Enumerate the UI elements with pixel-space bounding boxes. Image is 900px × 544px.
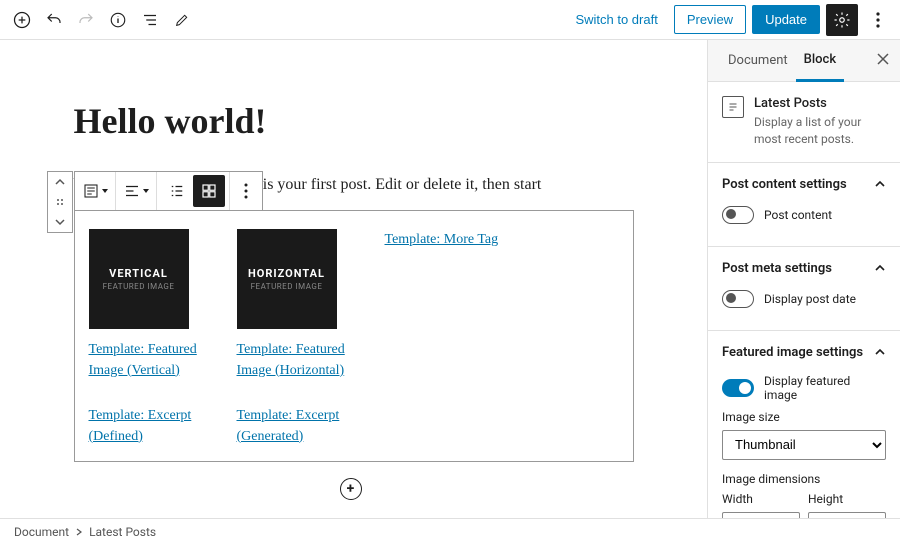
image-dimensions-label: Image dimensions: [722, 472, 886, 486]
redo-button[interactable]: [72, 6, 100, 34]
block-type-button[interactable]: [79, 175, 111, 207]
align-button[interactable]: [120, 175, 152, 207]
post-item: Template: Excerpt (Defined): [89, 405, 209, 447]
edit-button[interactable]: [168, 6, 196, 34]
panel-post-content[interactable]: Post content settings: [708, 163, 900, 206]
outline-button[interactable]: [136, 6, 164, 34]
width-label: Width: [722, 492, 800, 506]
toggle-post-content[interactable]: [722, 206, 754, 224]
info-button[interactable]: [104, 6, 132, 34]
post-link[interactable]: Template: More Tag: [385, 232, 499, 247]
list-view-button[interactable]: [161, 175, 193, 207]
block-title: Latest Posts: [754, 96, 886, 111]
toggle-label: Display featured image: [764, 374, 886, 402]
height-label: Height: [808, 492, 886, 506]
toggle-label: Display post date: [764, 292, 856, 306]
grid-view-button[interactable]: [193, 175, 225, 207]
post-title[interactable]: Hello world!: [74, 100, 634, 142]
settings-button[interactable]: [826, 4, 858, 36]
settings-sidebar: Document Block Latest Posts Display a li…: [707, 40, 900, 518]
move-down-button[interactable]: [48, 212, 72, 232]
panel-featured-image[interactable]: Featured image settings: [708, 331, 900, 374]
latest-posts-icon: [722, 96, 744, 118]
latest-posts-block[interactable]: VERTICAL FEATURED IMAGE Template: Featur…: [74, 210, 634, 462]
post-link[interactable]: Template: Featured Image (Horizontal): [237, 342, 345, 378]
chevron-up-icon: [874, 178, 886, 190]
featured-thumb: HORIZONTAL FEATURED IMAGE: [237, 229, 337, 329]
chevron-up-icon: [874, 346, 886, 358]
breadcrumb-root[interactable]: Document: [14, 525, 69, 539]
post-item: VERTICAL FEATURED IMAGE Template: Featur…: [89, 229, 209, 381]
chevron-up-icon: [874, 262, 886, 274]
post-link[interactable]: Template: Excerpt (Defined): [89, 408, 192, 444]
tab-block[interactable]: Block: [796, 40, 844, 82]
undo-button[interactable]: [40, 6, 68, 34]
drag-handle[interactable]: [48, 192, 72, 212]
post-item: Template: Excerpt (Generated): [237, 405, 357, 447]
chevron-right-icon: [75, 528, 83, 536]
toggle-post-date[interactable]: [722, 290, 754, 308]
close-sidebar-button[interactable]: [876, 52, 890, 66]
image-size-label: Image size: [722, 410, 886, 424]
panel-post-meta[interactable]: Post meta settings: [708, 247, 900, 290]
breadcrumb-current[interactable]: Latest Posts: [89, 525, 156, 539]
block-more-button[interactable]: [230, 175, 262, 207]
image-size-select[interactable]: Thumbnail: [722, 430, 886, 460]
switch-to-draft-button[interactable]: Switch to draft: [565, 6, 667, 33]
move-up-button[interactable]: [48, 172, 72, 192]
post-link[interactable]: Template: Excerpt (Generated): [237, 408, 340, 444]
breadcrumb: Document Latest Posts: [0, 518, 900, 544]
tab-document[interactable]: Document: [720, 41, 796, 80]
toggle-label: Post content: [764, 208, 832, 222]
insert-block-button[interactable]: +: [340, 478, 362, 500]
block-mover: [47, 171, 73, 233]
add-block-button[interactable]: [8, 6, 36, 34]
update-button[interactable]: Update: [752, 5, 820, 34]
block-toolbar: [74, 171, 263, 211]
post-item: HORIZONTAL FEATURED IMAGE Template: Feat…: [237, 229, 357, 381]
post-link[interactable]: Template: Featured Image (Vertical): [89, 342, 197, 378]
more-menu-button[interactable]: [864, 4, 892, 36]
toggle-featured-image[interactable]: [722, 379, 754, 397]
featured-thumb: VERTICAL FEATURED IMAGE: [89, 229, 189, 329]
post-item: Template: More Tag: [385, 229, 505, 381]
preview-button[interactable]: Preview: [674, 5, 746, 34]
block-desc: Display a list of your most recent posts…: [754, 114, 886, 148]
